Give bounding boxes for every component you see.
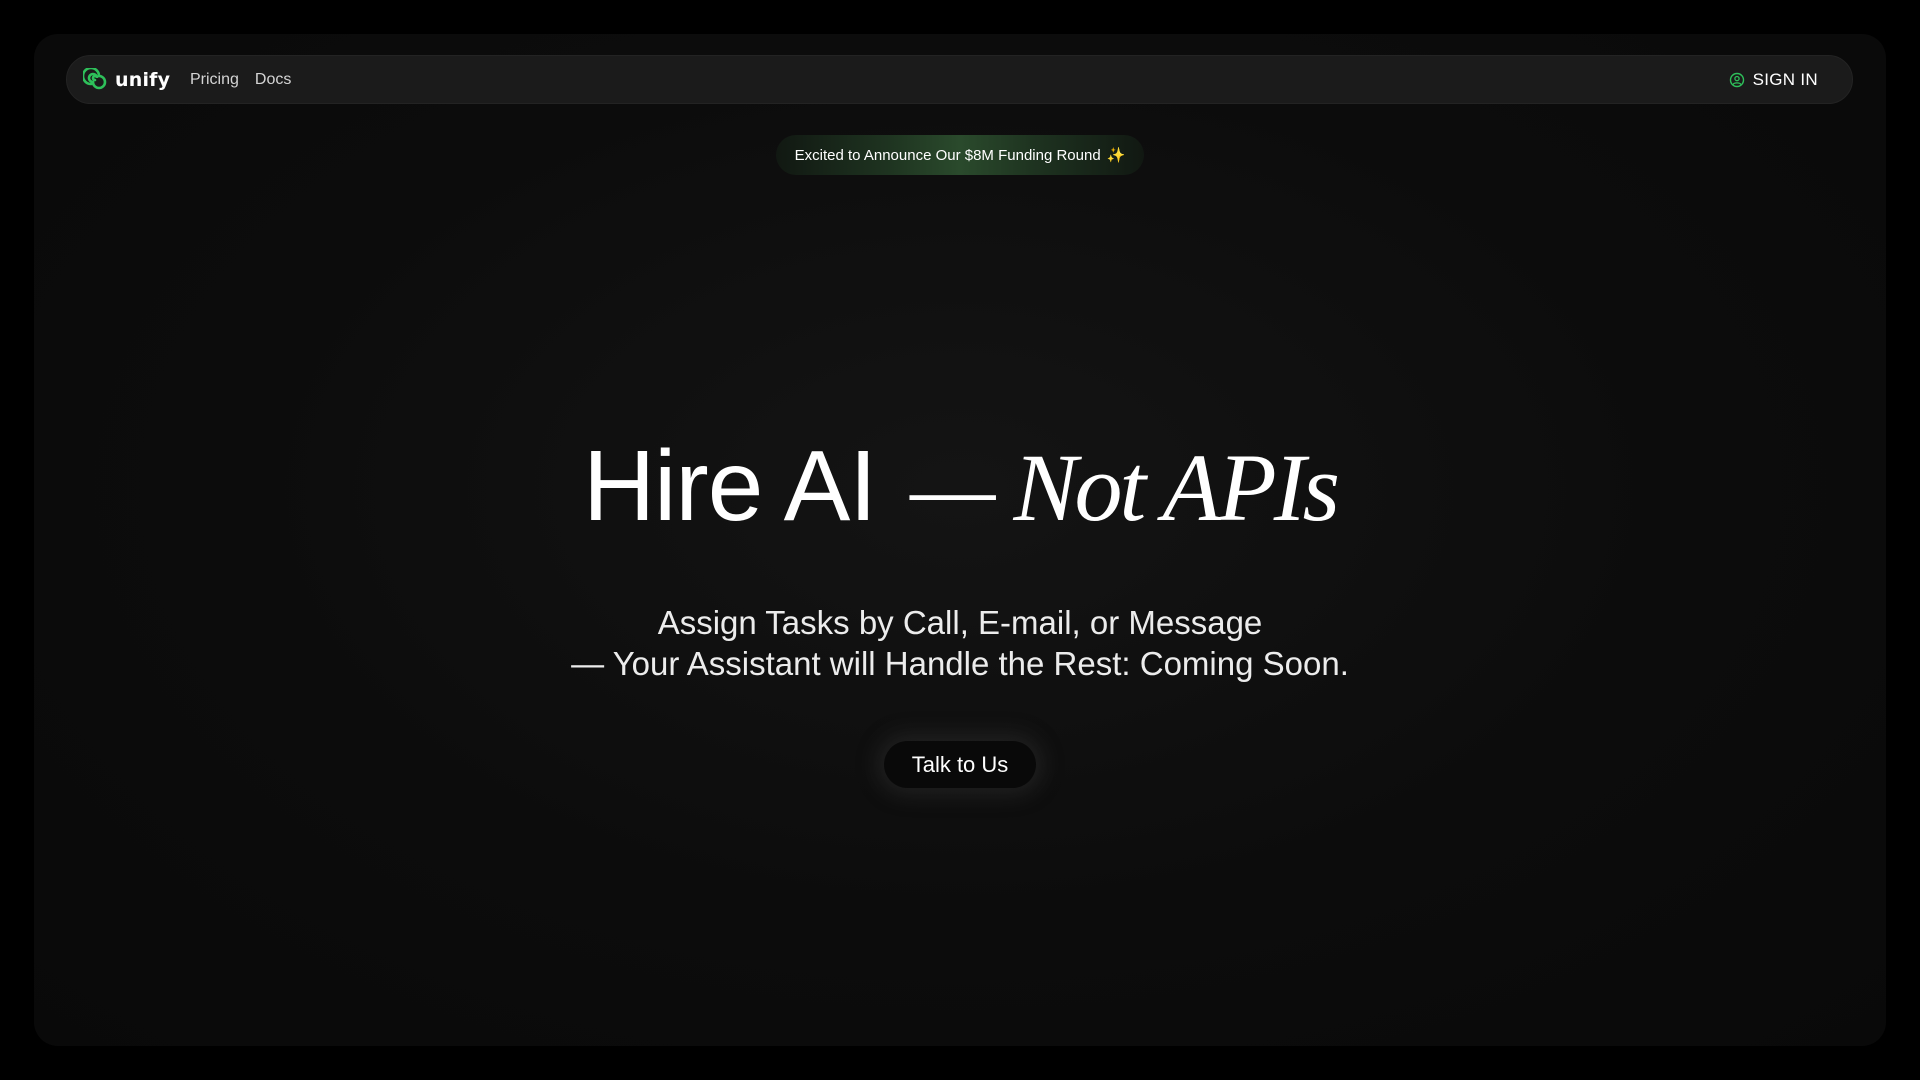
top-navbar: unify Pricing Docs SIGN IN [66, 55, 1853, 104]
talk-to-us-label: Talk to Us [911, 751, 1009, 777]
hero-subtitle-line-1: Assign Tasks by Call, E-mail, or Message [657, 604, 1263, 641]
brand-name: unify [115, 68, 171, 91]
sign-in-button[interactable]: SIGN IN [1729, 56, 1818, 103]
hero-subtitle-line-2: — Your Assistant will Handle the Rest: C… [571, 645, 1349, 682]
sign-in-label: SIGN IN [1752, 69, 1818, 89]
hero-title-italic: — Not APIs [910, 434, 1340, 541]
hero-subtitle: Assign Tasks by Call, E-mail, or Message… [34, 602, 1886, 684]
sparkle-icon: ✨ [1106, 147, 1126, 164]
hero-title: Hire AI — Not APIs [34, 429, 1886, 544]
user-circle-icon [1729, 72, 1744, 87]
funding-announcement-banner[interactable]: Excited to Announce Our $8M Funding Roun… [776, 135, 1144, 175]
page-frame: unify Pricing Docs SIGN IN Excited to An… [34, 34, 1886, 1046]
swirl-logo-icon [83, 67, 107, 89]
talk-to-us-button[interactable]: Talk to Us [884, 741, 1036, 788]
hero-title-main: Hire AI [582, 430, 877, 542]
nav-link-docs[interactable]: Docs [255, 71, 291, 89]
brand-logo[interactable]: unify [83, 56, 170, 103]
nav-link-pricing[interactable]: Pricing [190, 71, 239, 89]
nav-links: Pricing Docs [190, 56, 291, 103]
announcement-text: Excited to Announce Our $8M Funding Roun… [794, 146, 1101, 164]
